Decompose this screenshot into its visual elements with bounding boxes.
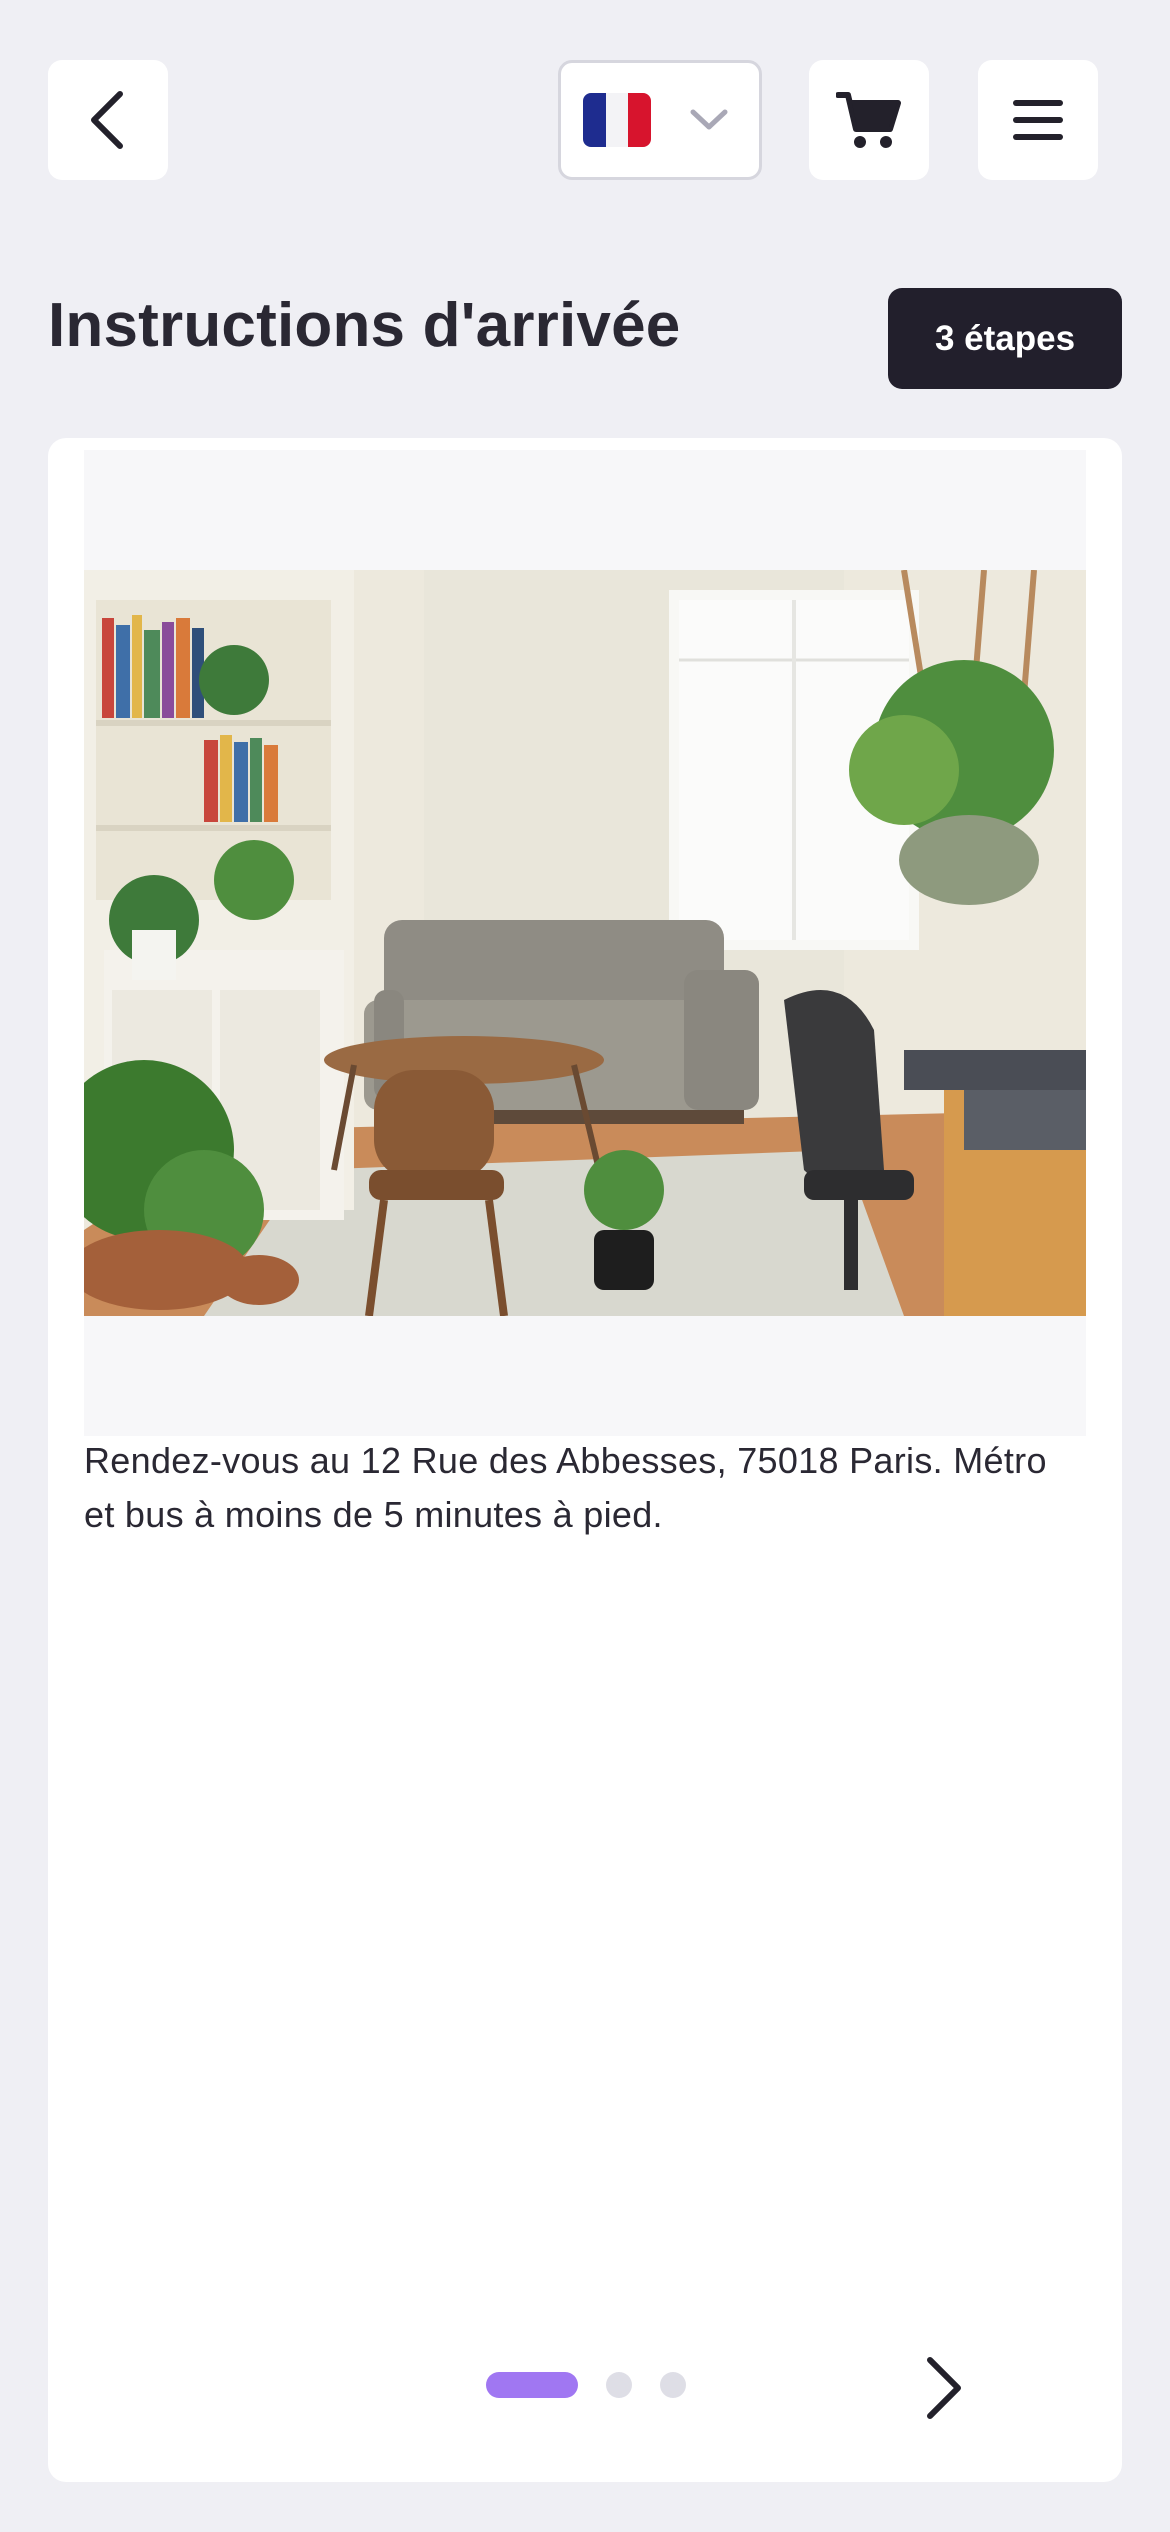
- pager-dot-active[interactable]: [486, 2372, 578, 2398]
- step-image: [84, 570, 1086, 1316]
- step-pager: [486, 2372, 686, 2398]
- chevron-down-icon: [689, 108, 729, 132]
- steps-badge: 3 étapes: [888, 288, 1122, 389]
- shopping-cart-icon: [836, 92, 901, 148]
- step-card: Rendez-vous au 12 Rue des Abbesses, 7501…: [48, 438, 1122, 2482]
- next-step-button[interactable]: [904, 2348, 984, 2428]
- chevron-right-icon: [927, 2357, 961, 2419]
- page-title: Instructions d'arrivée: [48, 291, 681, 360]
- france-flag-icon: [583, 93, 651, 147]
- language-select[interactable]: [558, 60, 762, 180]
- step-image-frame: [84, 450, 1086, 1436]
- pager-dot[interactable]: [660, 2372, 686, 2398]
- step-description: Rendez-vous au 12 Rue des Abbesses, 7501…: [84, 1440, 1047, 1535]
- chevron-left-icon: [91, 91, 123, 149]
- cart-button[interactable]: [809, 60, 929, 180]
- pager-dot[interactable]: [606, 2372, 632, 2398]
- back-button[interactable]: [48, 60, 168, 180]
- top-bar: [0, 0, 1170, 200]
- hamburger-menu-icon: [1013, 100, 1063, 140]
- menu-button[interactable]: [978, 60, 1098, 180]
